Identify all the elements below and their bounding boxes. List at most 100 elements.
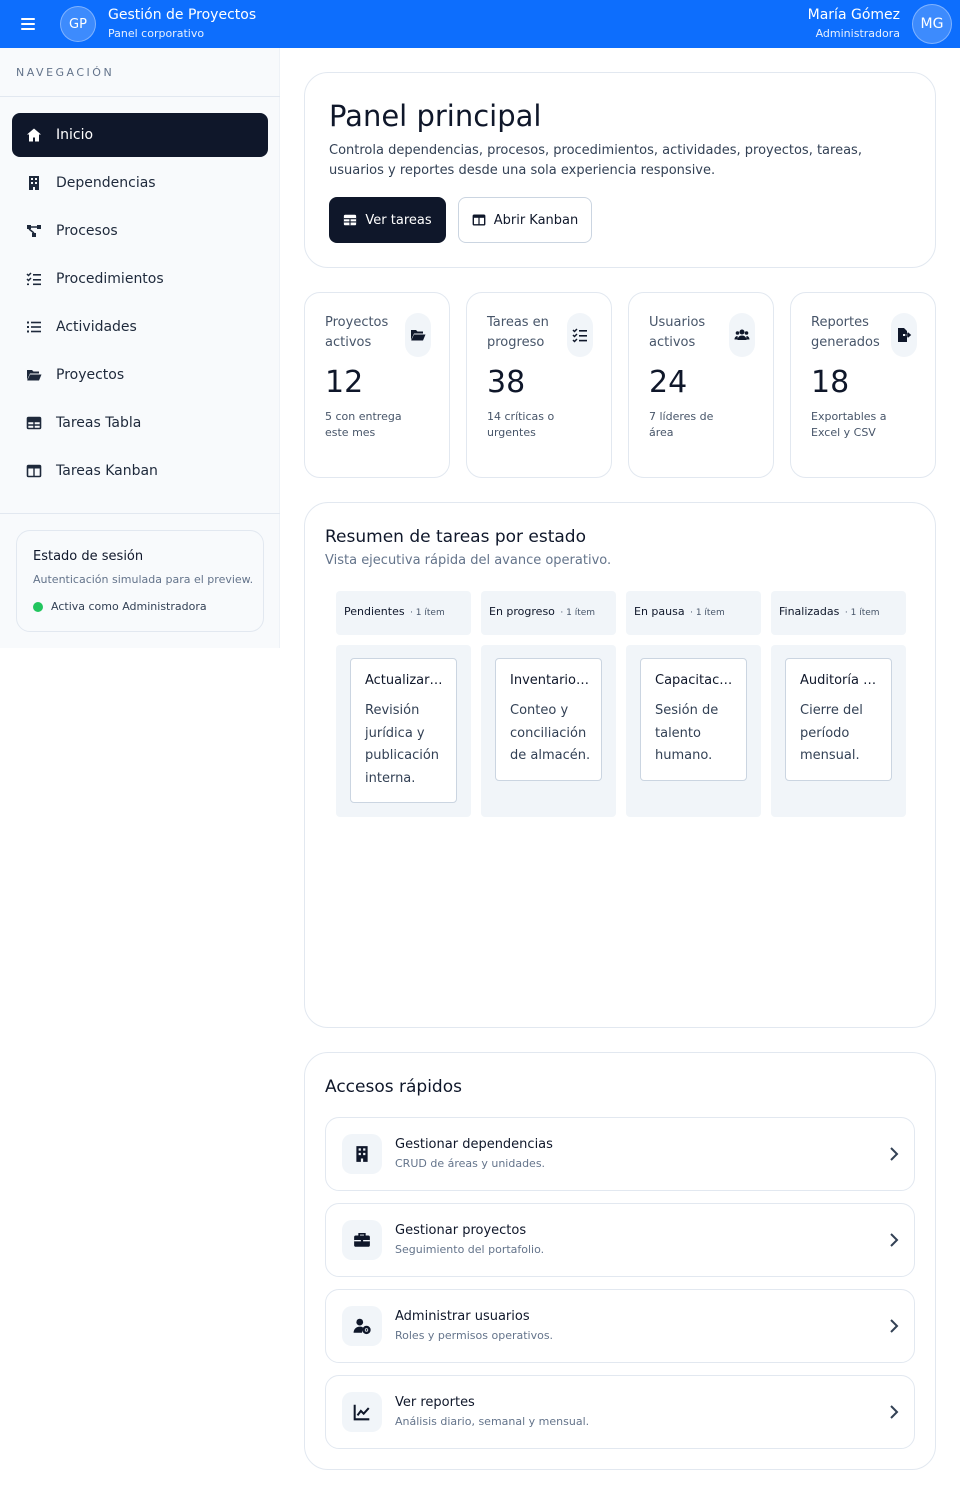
stat-card-users: Usuarios activos 24 7 líderes de área — [628, 292, 774, 478]
task-description: Sesión de talento humano. — [655, 703, 719, 763]
column-name: En pausa — [634, 605, 685, 618]
sidebar-item-inicio[interactable]: Inicio — [12, 113, 268, 157]
user-role: Administradora — [815, 27, 900, 40]
quick-link-title: Ver reportes — [395, 1395, 475, 1410]
column-header: En pausa · 1 ítem — [626, 591, 761, 635]
quick-link-reportes[interactable]: Ver reportes Análisis diario, semanal y … — [325, 1375, 915, 1449]
task-card[interactable]: Actualizar … Revisión jurídica y publica… — [350, 658, 457, 803]
quick-link-subtitle: Análisis diario, semanal y mensual. — [395, 1415, 590, 1428]
stat-label: Proyectos activos — [325, 315, 389, 350]
task-card[interactable]: Auditoría … Cierre del período mensual. — [785, 658, 892, 781]
column-count: · 1 ítem — [690, 608, 725, 618]
task-card[interactable]: Inventario… Conteo y conciliación de alm… — [495, 658, 602, 781]
page-description: Controla dependencias, procesos, procedi… — [329, 143, 862, 178]
page-title: Panel principal — [329, 99, 542, 133]
column-name: En progreso — [489, 605, 555, 618]
column-count: · 1 ítem — [844, 608, 880, 618]
sidebar-item-label: Tareas Kanban — [56, 463, 158, 479]
sidebar-item-label: Tareas Tabla — [56, 415, 142, 431]
user-gear-icon — [342, 1306, 382, 1346]
status-dot — [33, 602, 43, 612]
session-title: Estado de sesión — [33, 549, 144, 564]
quick-link-dependencias[interactable]: Gestionar dependencias CRUD de áreas y u… — [325, 1117, 915, 1191]
sidebar: NAVEGACIÓN Inicio Dependencias Procesos … — [0, 48, 280, 648]
sidebar-item-procesos[interactable]: Procesos — [12, 209, 268, 253]
sidebar-item-dependencias[interactable]: Dependencias — [12, 161, 268, 205]
users-icon — [729, 313, 755, 357]
stat-value: 12 — [325, 365, 364, 400]
stat-card-projects: Proyectos activos 12 5 con entrega este … — [304, 292, 450, 478]
stat-card-reports: Reportes generados 18 Exportables a Exce… — [790, 292, 936, 478]
task-card[interactable]: Capacitac… Sesión de talento humano. — [640, 658, 747, 781]
quick-link-subtitle: CRUD de áreas y unidades. — [395, 1157, 546, 1170]
chevron-right-icon — [886, 1317, 902, 1335]
task-title: Actualizar … — [365, 673, 446, 688]
summary-subtitle: Vista ejecutiva rápida del avance operat… — [325, 553, 612, 568]
session-subtitle: Autenticación simulada para el preview. — [33, 573, 254, 586]
column-name: Finalizadas — [779, 605, 840, 618]
sidebar-item-proyectos[interactable]: Proyectos — [12, 353, 268, 397]
column-header: En progreso · 1 ítem — [481, 591, 616, 635]
chevron-right-icon — [886, 1145, 902, 1163]
building-icon — [342, 1134, 382, 1174]
stat-note: 14 críticas o urgentes — [487, 410, 555, 439]
stat-label: Usuarios activos — [649, 315, 706, 350]
list-icon — [26, 319, 42, 335]
quick-access-title: Accesos rápidos — [325, 1077, 462, 1097]
quick-link-title: Gestionar dependencias — [395, 1137, 553, 1152]
quick-link-title: Administrar usuarios — [395, 1309, 530, 1324]
app-subtitle: Panel corporativo — [108, 27, 205, 40]
hero-card: Panel principal Controla dependencias, p… — [304, 72, 936, 268]
flow-icon — [26, 223, 42, 239]
stat-label: Tareas en progreso — [487, 315, 549, 350]
stat-note: 5 con entrega este mes — [325, 410, 402, 439]
open-kanban-label: Abrir Kanban — [493, 212, 579, 228]
folder-open-icon — [405, 313, 431, 357]
quick-link-subtitle: Roles y permisos operativos. — [395, 1329, 554, 1342]
quick-link-title: Gestionar proyectos — [395, 1223, 527, 1238]
export-file-icon — [891, 313, 917, 357]
task-summary-card: Resumen de tareas por estado Vista ejecu… — [304, 502, 936, 1028]
chevron-right-icon — [886, 1231, 902, 1249]
nav-list: Inicio Dependencias Procesos Procedimien… — [12, 113, 268, 513]
stat-note: Exportables a Excel y CSV — [811, 410, 887, 439]
menu-icon[interactable] — [16, 12, 40, 36]
app-logo: GP — [60, 6, 96, 42]
session-card: Estado de sesión Autenticación simulada … — [16, 530, 264, 632]
stat-label: Reportes generados — [811, 315, 880, 350]
sidebar-item-tareas-kanban[interactable]: Tareas Kanban — [12, 449, 268, 493]
open-kanban-button[interactable]: Abrir Kanban — [458, 197, 592, 243]
quick-link-proyectos[interactable]: Gestionar proyectos Seguimiento del port… — [325, 1203, 915, 1277]
view-tasks-button[interactable]: Ver tareas — [329, 197, 446, 243]
user-name: María Gómez — [807, 7, 900, 23]
kanban-column-pendientes: Pendientes · 1 ítem Actualizar … Revisió… — [336, 591, 471, 817]
task-title: Capacitac… — [655, 673, 733, 688]
sidebar-item-label: Actividades — [56, 319, 137, 335]
column-header: Pendientes · 1 ítem — [336, 591, 471, 635]
home-icon — [26, 127, 42, 143]
task-description: Cierre del período mensual. — [800, 703, 863, 763]
sidebar-item-actividades[interactable]: Actividades — [12, 305, 268, 349]
task-title: Inventario… — [510, 673, 589, 688]
column-count: · 1 ítem — [560, 608, 596, 618]
quick-link-usuarios[interactable]: Administrar usuarios Roles y permisos op… — [325, 1289, 915, 1363]
sidebar-item-procedimientos[interactable]: Procedimientos — [12, 257, 268, 301]
column-body: Inventario… Conteo y conciliación de alm… — [481, 645, 616, 817]
sidebar-item-label: Procesos — [56, 223, 118, 239]
column-body: Auditoría … Cierre del período mensual. — [771, 645, 906, 817]
stat-card-tasks: Tareas en progreso 38 14 críticas o urge… — [466, 292, 612, 478]
sidebar-item-tareas-tabla[interactable]: Tareas Tabla — [12, 401, 268, 445]
nav-heading: NAVEGACIÓN — [16, 66, 115, 79]
stat-note: 7 líderes de área — [649, 410, 714, 439]
chevron-right-icon — [886, 1403, 902, 1421]
kanban-icon — [26, 463, 42, 479]
task-description: Revisión jurídica y publicación interna. — [365, 703, 440, 786]
table-icon — [26, 415, 42, 431]
stat-value: 24 — [649, 365, 688, 400]
top-bar: GP Gestión de Proyectos Panel corporativ… — [0, 0, 960, 48]
divider — [0, 96, 280, 97]
app-title: Gestión de Proyectos — [108, 7, 257, 23]
avatar[interactable]: MG — [912, 4, 952, 44]
view-tasks-label: Ver tareas — [365, 212, 432, 228]
column-body: Capacitac… Sesión de talento humano. — [626, 645, 761, 817]
